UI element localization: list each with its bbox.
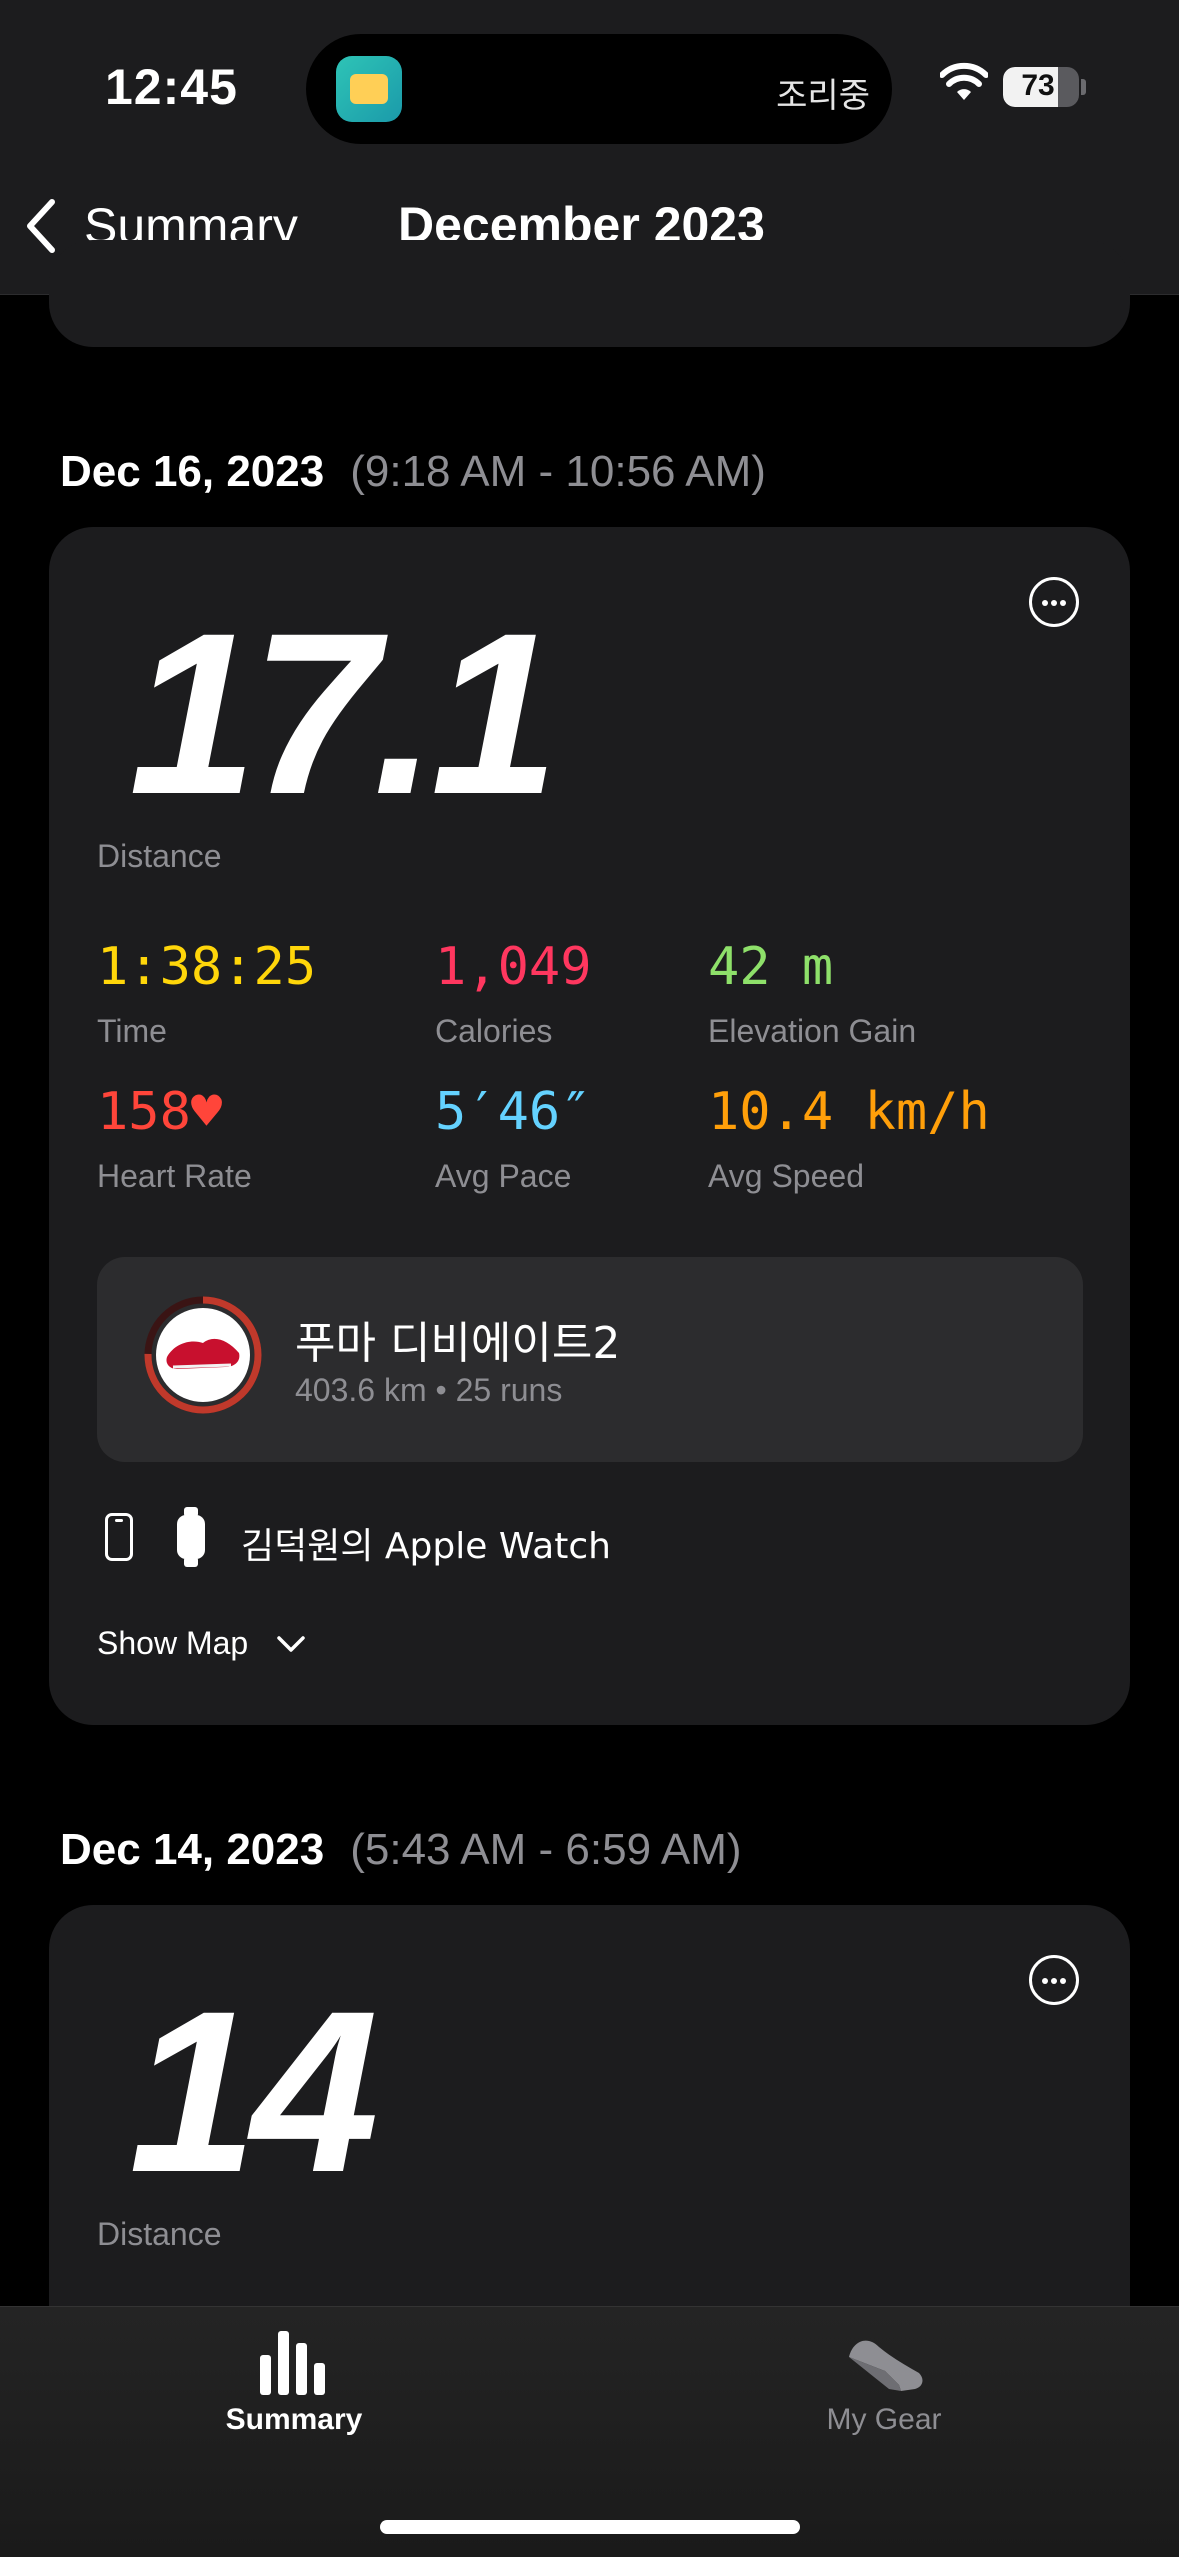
distance-value: 14: [129, 1963, 379, 2220]
distance-label: Distance: [97, 2216, 222, 2252]
tab-summary-label: Summary: [225, 2403, 363, 2436]
tab-my-gear[interactable]: My Gear: [734, 2327, 1034, 2437]
bar-chart-icon: [260, 2331, 325, 2395]
heart-rate-label: Heart Rate: [97, 1158, 252, 1194]
battery-percent: 73: [1021, 69, 1055, 102]
wifi-icon: [940, 62, 988, 100]
battery-tip: [1081, 79, 1086, 95]
time-label: Time: [97, 1013, 167, 1049]
island-status-text: 조리중: [776, 76, 870, 116]
chevron-down-icon: [277, 1635, 305, 1652]
shoe-icon: [849, 2340, 923, 2391]
tab-summary[interactable]: Summary: [144, 2327, 444, 2437]
elevation-label: Elevation Gain: [708, 1013, 917, 1049]
workout-date-header: Dec 16, 2023 (9:18 AM - 10:56 AM): [60, 447, 766, 497]
distance-label: Distance: [97, 838, 222, 874]
calories-label: Calories: [435, 1013, 553, 1049]
battery-icon: 73: [1003, 67, 1079, 107]
avg-pace-label: Avg Pace: [435, 1158, 572, 1194]
more-options-icon[interactable]: [1029, 1955, 1079, 2005]
workout-date-header: Dec 14, 2023 (5:43 AM - 6:59 AM): [60, 1825, 742, 1875]
chevron-left-icon: [27, 199, 55, 253]
workout-card[interactable]: 17.1 Distance 1:38:25 Time 1,049 Calorie…: [49, 527, 1130, 1725]
workout-date: Dec 16, 2023: [60, 447, 325, 496]
shoe-progress-ring: [144, 1296, 262, 1414]
workout-time-range: (5:43 AM - 6:59 AM): [350, 1825, 742, 1874]
workout-time-range: (9:18 AM - 10:56 AM): [350, 447, 766, 496]
time-value: 1:38:25: [97, 937, 317, 997]
avg-speed-value: 10.4 km/h: [708, 1082, 990, 1142]
device-name: 김덕원의 Apple Watch: [241, 1526, 611, 1567]
app-icon: [336, 56, 402, 122]
previous-workout-card[interactable]: [49, 240, 1130, 347]
apple-watch-icon: [177, 1507, 205, 1567]
workout-date: Dec 14, 2023: [60, 1825, 325, 1874]
distance-value: 17.1: [129, 585, 559, 842]
show-map-button[interactable]: Show Map: [97, 1625, 306, 1662]
gear-name: 푸마 디비에이트2: [295, 1318, 621, 1369]
show-map-label: Show Map: [97, 1625, 249, 1661]
calories-value: 1,049: [435, 937, 592, 997]
home-indicator[interactable]: [380, 2520, 800, 2534]
heart-rate-value: 158♥: [97, 1082, 223, 1142]
more-options-icon[interactable]: [1029, 577, 1079, 627]
iphone-icon: [105, 1513, 133, 1561]
elevation-value: 42 m: [708, 937, 834, 997]
status-time: 12:45: [105, 59, 238, 115]
dynamic-island[interactable]: 조리중: [306, 34, 892, 144]
gear-detail: 403.6 km • 25 runs: [295, 1372, 563, 1408]
avg-speed-label: Avg Speed: [708, 1158, 864, 1194]
gear-row[interactable]: 푸마 디비에이트2 403.6 km • 25 runs: [97, 1257, 1083, 1462]
tab-my-gear-label: My Gear: [826, 2403, 942, 2436]
avg-pace-value: 5′46″: [435, 1082, 592, 1142]
